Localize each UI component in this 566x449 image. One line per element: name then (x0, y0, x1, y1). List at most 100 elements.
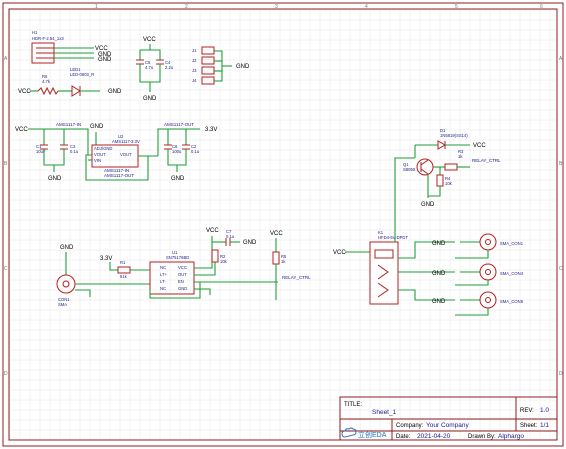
con1-val: SMA (58, 302, 67, 307)
c3-val: 0.1u (70, 149, 79, 154)
u1-pin-l4: NC (160, 286, 166, 291)
sheet-value: 1/1 (540, 422, 549, 429)
u1-pin-r3: EN (178, 279, 184, 284)
c2-val: 0.1u (191, 149, 200, 154)
con1-gnd: GND (60, 245, 74, 251)
led-vcc: VCC (18, 89, 31, 95)
in-vcc: VCC (15, 127, 28, 133)
company-label: Company: (396, 423, 424, 429)
drawn-value: Alphargo (498, 433, 524, 440)
ruler-side-d-right: D (559, 371, 563, 377)
c6-val: 100u (172, 149, 182, 154)
j3-ref: J3 (192, 68, 197, 73)
c-gnd: GND (143, 96, 157, 102)
ruler-side-b: B (4, 161, 8, 167)
date-label: Date: (396, 434, 411, 440)
ruler-top-4: 4 (365, 4, 368, 10)
ruler-side: A B C D A B C D (4, 56, 563, 377)
out-gnd: GND (171, 176, 185, 182)
net-out-label: AMS1117-OUT (164, 122, 194, 127)
u2-net2: AMS1117-OUT (104, 173, 134, 178)
led-gnd: GND (108, 89, 122, 95)
q1-val: S8050 (403, 167, 416, 172)
ruler-top-5: 5 (455, 4, 458, 10)
u2-pin2: VOUT (94, 152, 106, 157)
out-33v: 3.3V (205, 127, 217, 133)
regulator-u2[interactable]: GND U2 AMS1117-3.3V ADJ/GND VOUT VIN VOU… (85, 124, 158, 181)
c5-val: 4.7u (145, 65, 154, 70)
output-caps[interactable]: AMS1117-OUT 3.3V C6 100u C2 0.1u GND (157, 122, 217, 182)
u1-val: SN75176BD (166, 255, 189, 260)
h1-val: HDR-F-2.54_1x3 (32, 36, 64, 41)
ruler-side-a: A (4, 56, 8, 62)
r6-val: 4.7k (42, 79, 51, 84)
ruler-side-c-right: C (559, 266, 563, 272)
u1-pin-r4: GND (178, 286, 187, 291)
u1-pin-r1: VCC (178, 265, 187, 270)
sma2-label: SMA_CON4 (500, 271, 524, 276)
ruler-top-3: 3 (275, 4, 278, 10)
ruler-top-6: 6 (540, 4, 543, 10)
caps-c5-c4[interactable]: VCC C5 4.7u C4 2.2u GND (136, 37, 174, 102)
input-caps[interactable]: VCC AMS1117-IN C1 10uF C3 0.1u GND (15, 122, 89, 182)
u2-pin1: ADJ/GND (94, 146, 112, 151)
sma2-gnd: GND (432, 271, 446, 277)
date-value: 2021-04-20 (417, 433, 451, 440)
q1-gnd: GND (421, 202, 435, 208)
sma3-gnd: GND (432, 299, 446, 305)
h1-ref: H1 (32, 30, 38, 35)
u2-val: AMS1117-3.3V (112, 139, 140, 144)
led1-val: LED-0603_R (70, 72, 94, 77)
u2-pin3: VIN (94, 158, 101, 163)
u1-pin-r2: OUT (178, 272, 187, 277)
u1-vcc: VCC (206, 228, 219, 234)
schematic-sheet: 1 2 3 4 5 6 A B C D A B C D H1 HDR-F-2.5… (2, 2, 564, 447)
title-block: TITLE: Sheet_1 REV: 1.0 Company: Your Co… (339, 396, 558, 441)
j4-ref: J4 (192, 78, 197, 83)
r2-val: 10k (220, 259, 228, 264)
ruler-side-d: D (4, 371, 8, 377)
r1-val: 51k (120, 274, 128, 279)
u2-gnd: GND (90, 124, 104, 130)
ruler-side-c: C (4, 266, 8, 272)
u2-pin4: VOUT (120, 152, 132, 157)
r4-val: 10k (445, 181, 453, 186)
d1-val: 1N5819(SS14) (440, 133, 468, 138)
rev-value: 1.0 (540, 407, 549, 414)
c4-val: 2.2u (165, 65, 174, 70)
company-value: Your Company (426, 422, 470, 429)
u1-pin-l2: LT+ (160, 272, 168, 277)
k1-vcc: VCC (333, 250, 346, 256)
sheet-label: Sheet: (520, 423, 538, 429)
sma-input-con1[interactable]: GND CON1 SMA (56, 245, 150, 307)
u1-pin-l3: LT- (160, 279, 166, 284)
c-vcc: VCC (143, 37, 156, 43)
k1-val: HFD4-5V-DPDT (378, 235, 408, 240)
sma3-label: SMA_CON5 (500, 299, 524, 304)
logo-text: 立创EDA (358, 430, 387, 439)
sma1-label: SMA_CON1 (500, 241, 524, 246)
ruler-top-2: 2 (185, 4, 188, 10)
c7-gnd: GND (243, 240, 257, 246)
drawn-label: Drawn By: (468, 434, 496, 440)
j-gnd: GND (236, 64, 250, 70)
net-in-label: AMS1117-IN (56, 122, 81, 127)
r5-vcc: VCC (270, 231, 283, 237)
d1-vcc: VCC (473, 143, 486, 149)
ruler-side-a-right: A (559, 56, 563, 62)
sma1-gnd: GND (432, 241, 446, 247)
detector-u1[interactable]: 3.3V R1 51k U1 SN75176BD NC LT+ LT- NC V… (100, 228, 311, 300)
jumpers-j1-j4[interactable]: J1 J2 J3 J4 GND (192, 46, 250, 85)
cloud-icon (341, 427, 357, 438)
r3-val: 1k (458, 154, 463, 159)
ruler-side-b-right: B (559, 161, 563, 167)
in-gnd: GND (48, 176, 62, 182)
outer-frame (2, 2, 564, 447)
u1-pin-l1: NC (160, 265, 166, 270)
c7-val: 0.1u (226, 234, 235, 239)
h1-gnd2: GND (98, 57, 112, 63)
title-label: TITLE: (344, 402, 362, 408)
relay-net-bottom: RELAY_CTRL (282, 275, 311, 280)
ruler-top-1: 1 (95, 4, 98, 10)
j1-ref: J1 (192, 48, 197, 53)
